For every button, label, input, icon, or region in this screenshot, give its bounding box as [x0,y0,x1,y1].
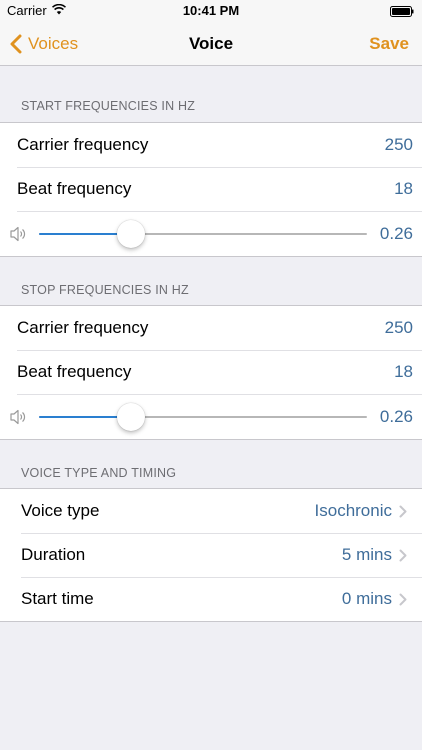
start-beat-frequency-value: 18 [394,179,413,198]
voice-type-row[interactable]: Voice type Isochronic [0,489,422,533]
start-frequencies-header: START FREQUENCIES IN HZ [21,99,196,113]
save-button[interactable]: Save [369,22,409,66]
chevron-right-icon [399,549,407,561]
voice-type-timing-group: Voice type Isochronic Duration 5 mins St… [0,488,422,622]
back-button-label: Voices [28,34,79,53]
navigation-bar: Voices Voice Save [0,22,422,66]
stop-volume-slider-thumb[interactable] [116,403,145,431]
start-carrier-frequency-label: Carrier frequency [17,135,149,154]
start-frequencies-group: Carrier frequency 250 Beat frequency 18 … [0,122,422,257]
stop-carrier-frequency-value: 250 [384,318,413,337]
start-volume-slider-thumb[interactable] [116,220,145,248]
voice-type-label: Voice type [21,501,100,520]
start-volume-slider-row: 0.26 [0,211,422,256]
voice-type-value: Isochronic [314,501,392,520]
chevron-left-icon [10,34,22,54]
start-time-row[interactable]: Start time 0 mins [0,577,422,621]
duration-row[interactable]: Duration 5 mins [0,533,422,577]
speaker-icon [10,226,26,241]
start-volume-value: 0.26 [379,223,413,243]
start-volume-slider[interactable] [39,220,367,248]
status-bar: Carrier 10:41 PM [0,0,422,22]
duration-label: Duration [21,545,86,564]
stop-frequencies-header: STOP FREQUENCIES IN HZ [21,283,189,297]
start-beat-frequency-label: Beat frequency [17,179,132,198]
start-time-value: 0 mins [341,589,392,608]
voice-type-timing-header: VOICE TYPE AND TIMING [21,466,177,480]
status-time: 10:41 PM [182,3,240,18]
stop-volume-value: 0.26 [379,406,413,426]
stop-carrier-frequency-label: Carrier frequency [17,318,149,337]
duration-value: 5 mins [341,545,392,564]
voice-screen: Carrier 10:41 PM Voices Voice Save START… [0,0,422,750]
stop-beat-frequency-value: 18 [394,362,413,381]
start-carrier-frequency-row[interactable]: Carrier frequency 250 [0,123,422,167]
start-time-label: Start time [21,589,94,608]
speaker-icon [10,409,26,424]
start-carrier-frequency-value: 250 [384,135,413,154]
stop-beat-frequency-label: Beat frequency [17,362,132,381]
stop-carrier-frequency-row[interactable]: Carrier frequency 250 [0,306,422,350]
stop-volume-slider-row: 0.26 [0,394,422,439]
battery-icon [390,6,414,17]
back-button[interactable]: Voices [10,22,78,66]
start-beat-frequency-row[interactable]: Beat frequency 18 [0,167,422,211]
stop-volume-slider[interactable] [39,403,367,431]
chevron-right-icon [399,505,407,517]
chevron-right-icon [399,593,407,605]
stop-beat-frequency-row[interactable]: Beat frequency 18 [0,350,422,394]
stop-frequencies-group: Carrier frequency 250 Beat frequency 18 … [0,305,422,440]
